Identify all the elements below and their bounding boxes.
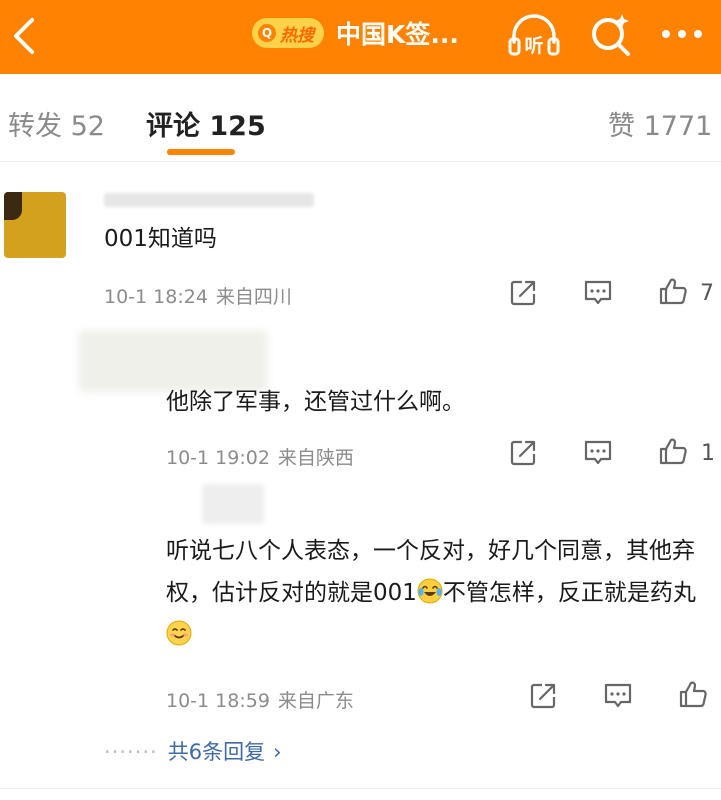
listen-button[interactable]: 听 bbox=[507, 12, 561, 60]
divider bbox=[0, 788, 721, 789]
like-button[interactable] bbox=[658, 276, 688, 306]
top-bar: Q 热搜 中国K签... 听 bbox=[0, 0, 721, 74]
comment-location: 来自陕西 bbox=[277, 447, 354, 469]
chevron-right-icon: › bbox=[273, 740, 282, 764]
title-area[interactable]: Q 热搜 中国K签... bbox=[252, 16, 459, 50]
comment-time: 10-1 18:24 bbox=[104, 286, 208, 308]
like-button[interactable] bbox=[678, 679, 708, 709]
hot-badge-label: 热搜 bbox=[280, 25, 314, 46]
laugh-cry-emoji-icon bbox=[417, 578, 443, 604]
like-count: 1 bbox=[701, 441, 715, 466]
smile-emoji-icon bbox=[166, 620, 192, 646]
comment-button[interactable] bbox=[583, 278, 613, 308]
share-button[interactable] bbox=[528, 681, 558, 711]
hot-search-badge[interactable]: Q 热搜 bbox=[252, 18, 324, 48]
share-button[interactable] bbox=[508, 278, 538, 308]
like-icon bbox=[679, 681, 707, 708]
like-icon bbox=[659, 278, 687, 305]
page-title: 中国K签... bbox=[336, 20, 459, 49]
tab-comment[interactable]: 评论 125 bbox=[146, 104, 266, 143]
comment-icon bbox=[604, 683, 632, 708]
comment-text: 他除了军事，还管过什么啊。 bbox=[166, 389, 465, 415]
share-button[interactable] bbox=[508, 438, 538, 468]
comment-time: 10-1 19:02 bbox=[166, 447, 270, 469]
more-button[interactable] bbox=[656, 14, 708, 54]
share-icon bbox=[530, 683, 556, 709]
comment-button[interactable] bbox=[603, 681, 633, 711]
share-icon bbox=[510, 440, 536, 466]
comment-icon bbox=[584, 440, 612, 465]
like-button[interactable] bbox=[658, 436, 688, 466]
more-replies-link[interactable]: ······· 共6条回复 › bbox=[104, 736, 282, 766]
tab-bar: 转发 52 评论 125 赞 1771 bbox=[0, 74, 721, 162]
comment-meta: 10-1 18:24 来自四川 bbox=[104, 282, 292, 309]
more-icon bbox=[662, 30, 702, 38]
tab-repost[interactable]: 转发 52 bbox=[8, 104, 105, 143]
comment-text-part: 不管怎样，反正就是药丸 bbox=[442, 580, 696, 606]
search-mini-icon: Q bbox=[258, 24, 276, 42]
back-button[interactable] bbox=[8, 14, 42, 58]
like-count: 7 bbox=[700, 281, 714, 306]
comment-meta: 10-1 19:02 来自陕西 bbox=[166, 443, 354, 470]
share-icon bbox=[510, 280, 536, 306]
like-icon bbox=[659, 438, 687, 465]
listen-icon: 听 bbox=[508, 14, 560, 57]
more-replies-label: 共6条回复 bbox=[167, 740, 266, 764]
comment-time: 10-1 18:59 bbox=[166, 690, 270, 712]
comment-location: 来自四川 bbox=[215, 286, 292, 308]
svg-text:听: 听 bbox=[524, 34, 543, 57]
comment-text: 001知道吗 bbox=[104, 226, 217, 252]
avatar[interactable] bbox=[4, 192, 66, 258]
search-icon bbox=[592, 14, 630, 56]
comment-text: 听说七八个人表态，一个反对，好几个同意，其他弃权，估计反对的就是001 不管怎样… bbox=[166, 530, 696, 656]
active-tab-indicator bbox=[167, 149, 235, 155]
comment-button[interactable] bbox=[583, 438, 613, 468]
search-button[interactable] bbox=[586, 10, 636, 60]
username-blurred[interactable] bbox=[104, 193, 314, 207]
comment-meta: 10-1 18:59 来自广东 bbox=[166, 686, 354, 713]
back-icon bbox=[14, 18, 34, 54]
comment-location: 来自广东 bbox=[277, 690, 354, 712]
username-blurred[interactable] bbox=[202, 484, 264, 524]
dots-separator: ······· bbox=[104, 740, 158, 764]
comment-icon bbox=[584, 280, 612, 305]
tab-like[interactable]: 赞 1771 bbox=[608, 104, 712, 143]
